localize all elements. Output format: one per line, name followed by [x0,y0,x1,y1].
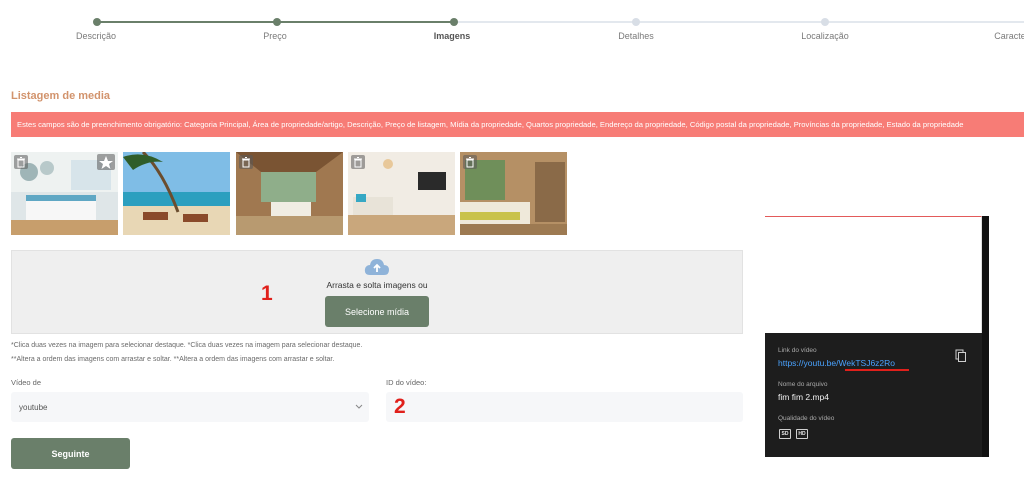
step-dot-descricao [93,18,101,26]
featured-hint: *Clica duas vezes na imagem para selecio… [11,342,363,349]
quality-sd-badge: SD [779,429,791,439]
video-id-input[interactable] [386,392,743,422]
delete-image-button[interactable] [239,155,253,169]
annotation-number-2: 2 [394,395,406,418]
annotation-number-1: 1 [261,282,273,305]
step-dot-localizacao [821,18,829,26]
video-link-label: Link do vídeo [778,347,817,354]
step-imagens[interactable]: Imagens [434,31,471,41]
video-preview [765,216,982,333]
delete-image-button[interactable] [14,155,28,169]
required-fields-alert: Estes campos são de preenchimento obriga… [11,112,1024,137]
step-detalhes[interactable]: Detalhes [618,31,654,41]
panel-scrollbar [982,216,989,457]
star-icon [99,156,113,169]
video-link[interactable]: https://youtu.be/WekTSJ6z2Ro [778,358,895,368]
copy-icon[interactable] [955,349,967,363]
image-thumbnail[interactable] [460,152,567,235]
section-title: Listagem de media [11,90,111,102]
video-from-label: Vídeo de [11,378,42,387]
step-caracteristicas[interactable]: Caracte [994,31,1024,41]
progress-stepper: Descrição Preço Imagens Detalhes Localiz… [0,0,1024,48]
delete-image-button[interactable] [463,155,477,169]
cloud-upload-icon [364,259,389,275]
video-id-highlight [845,369,909,371]
chevron-down-icon [355,404,363,409]
step-dot-imagens [450,18,458,26]
delete-image-button[interactable] [351,155,365,169]
featured-image-button[interactable] [97,154,115,170]
image-thumbnail[interactable] [11,152,118,235]
step-preco[interactable]: Preço [263,31,287,41]
trash-icon [354,157,362,168]
file-name-label: Nome do arquivo [778,381,828,388]
step-descricao[interactable]: Descrição [76,31,116,41]
next-button[interactable]: Seguinte [11,438,130,469]
video-from-value: youtube [19,403,48,412]
dropzone-text: Arrasta e solta imagens ou [326,280,428,290]
reorder-hint: **Altera a ordem das imagens com arrasta… [11,356,335,363]
image-thumbnail[interactable] [123,152,230,235]
step-localizacao[interactable]: Localização [801,31,849,41]
image-thumbnail[interactable] [236,152,343,235]
trash-icon [242,157,250,168]
media-dropzone[interactable]: Arrasta e solta imagens ou Selecione míd… [11,250,743,334]
video-id-label: ID do vídeo: [386,378,427,387]
video-quality-label: Qualidade do vídeo [778,415,835,422]
step-dot-detalhes [632,18,640,26]
beach-photo [123,152,230,235]
video-from-select[interactable]: youtube [11,392,369,422]
image-thumbnail[interactable] [348,152,455,235]
trash-icon [17,157,25,168]
youtube-share-panel: Link do vídeo https://youtu.be/WekTSJ6z2… [765,216,989,457]
select-media-button[interactable]: Selecione mídia [325,296,429,327]
stepper-line-pending [454,21,1024,23]
step-dot-preco [273,18,281,26]
trash-icon [466,157,474,168]
quality-hd-badge: HD [796,429,808,439]
file-name: fim fim 2.mp4 [778,392,830,402]
